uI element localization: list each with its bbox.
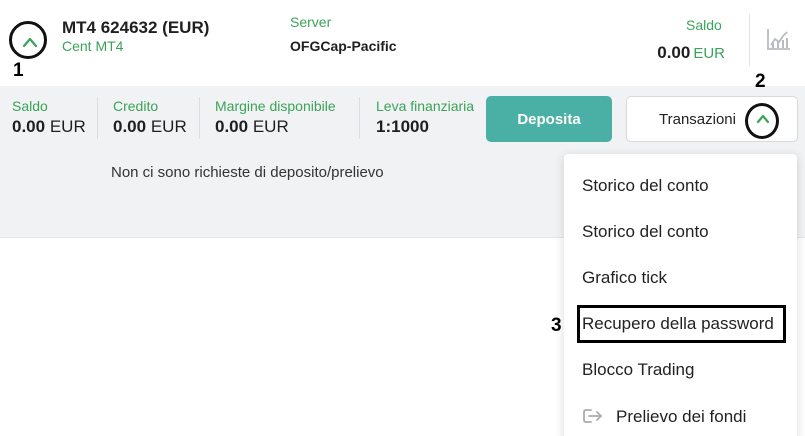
header-saldo-currency: EUR <box>693 45 725 62</box>
header-saldo-label: Saldo <box>686 17 722 33</box>
empty-requests-message: Non ci sono richieste di deposito/prelie… <box>111 164 384 181</box>
stat-label: Margine disponibile <box>215 98 336 114</box>
stat-margine: Margine disponibile 0.00 EUR <box>215 98 336 137</box>
annotation-number-2: 2 <box>755 71 766 92</box>
account-title: MT4 624632 (EUR) <box>62 18 210 37</box>
stat-divider <box>359 97 360 139</box>
stat-divider <box>199 97 200 139</box>
annotation-number-3: 3 <box>551 315 562 336</box>
annotation-number-1: 1 <box>13 60 24 81</box>
chart-icon[interactable] <box>766 27 792 51</box>
menu-item-prelievo-fondi[interactable]: Prelievo dei fondi <box>616 407 746 427</box>
transactions-dropdown-menu: Storico del conto Storico del conto Graf… <box>564 154 797 436</box>
stat-value: 0.00 EUR <box>12 117 86 137</box>
stat-amount: 0.00 <box>113 117 147 136</box>
menu-item-storico-conto-2[interactable]: Storico del conto <box>582 222 709 242</box>
server-label: Server <box>290 14 332 30</box>
stat-leva: Leva finanziaria 1:1000 <box>376 98 474 137</box>
stat-unit: EUR <box>49 117 86 136</box>
stat-value: 0.00 EUR <box>215 117 336 137</box>
stat-value: 1:1000 <box>376 117 474 137</box>
stat-unit: EUR <box>150 117 187 136</box>
stat-label: Saldo <box>12 98 48 114</box>
menu-item-blocco-trading[interactable]: Blocco Trading <box>582 360 694 380</box>
header-saldo-amount: 0.00 <box>657 43 691 62</box>
server-name: OFGCap-Pacific <box>290 38 397 54</box>
stat-saldo: Saldo 0.00 EUR <box>12 98 86 137</box>
stat-unit: EUR <box>252 117 289 136</box>
stat-amount: 0.00 <box>12 117 46 136</box>
stat-label: Leva finanziaria <box>376 98 475 114</box>
stat-label: Credito <box>113 98 159 114</box>
annotation-circle-1 <box>9 21 47 59</box>
deposit-button[interactable]: Deposita <box>486 96 612 142</box>
annotation-highlight-box <box>577 305 786 343</box>
account-type: Cent MT4 <box>62 38 124 54</box>
menu-item-storico-conto[interactable]: Storico del conto <box>582 176 709 196</box>
annotation-circle-2 <box>745 103 779 139</box>
stat-amount: 0.00 <box>215 117 249 136</box>
stat-credito: Credito 0.00 EUR <box>113 98 187 137</box>
logout-icon <box>583 409 602 423</box>
stat-amount: 1:1000 <box>376 117 429 136</box>
transactions-label: Transazioni <box>659 111 736 128</box>
stat-divider <box>97 97 98 139</box>
stat-value: 0.00 EUR <box>113 117 187 137</box>
header-divider <box>749 14 750 66</box>
header-saldo-value: 0.00 EUR <box>657 43 725 63</box>
menu-item-grafico-tick[interactable]: Grafico tick <box>582 268 667 288</box>
account-header: MT4 624632 (EUR) Cent MT4 Server OFGCap-… <box>0 0 805 88</box>
